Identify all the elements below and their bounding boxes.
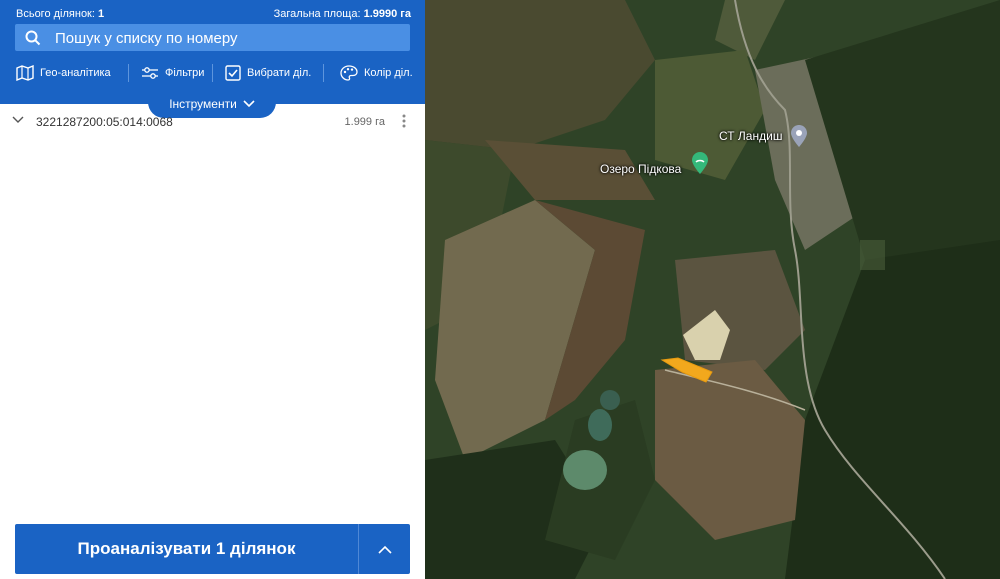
toolbar-divider — [128, 64, 129, 82]
chevron-down-icon — [243, 100, 255, 108]
sliders-icon — [142, 67, 158, 79]
total-area-value: 1.9990 га — [363, 8, 411, 20]
sidebar: Всього ділянок: 1 Загальна площа: 1.9990… — [0, 0, 425, 579]
select-parcels-button[interactable]: Вибрати діл. — [225, 60, 311, 86]
toolbar: Гео-аналітика Фільтри Вибрати діл. Колір… — [0, 60, 425, 86]
toolbar-divider — [323, 64, 324, 82]
more-options-icon[interactable] — [401, 113, 407, 129]
parcel-count-label: Всього ділянок: — [16, 8, 95, 20]
geo-analytics-button[interactable]: Гео-аналітика — [16, 60, 111, 86]
search-icon — [25, 30, 41, 51]
toolbar-divider — [212, 64, 213, 82]
parcel-number: 3221287200:05:014:0068 — [36, 115, 173, 129]
location-pin-icon[interactable] — [791, 125, 807, 147]
parcel-color-button[interactable]: Колір діл. — [340, 60, 413, 86]
analyze-button[interactable]: Проаналізувати 1 ділянок — [15, 524, 358, 574]
parcel-color-label: Колір діл. — [364, 67, 413, 79]
filters-label: Фільтри — [165, 67, 205, 79]
search-input[interactable] — [53, 27, 397, 49]
palette-icon — [340, 65, 358, 81]
list-item[interactable]: 3221287200:05:014:0068 1.999 га — [0, 112, 425, 134]
map-label-lake: Озеро Підкова — [600, 162, 682, 176]
parcel-area: 1.999 га — [344, 116, 385, 128]
satellite-map[interactable]: СТ Ландиш Озеро Підкова — [425, 0, 1000, 579]
parcel-count-value: 1 — [98, 8, 105, 20]
chevron-down-icon[interactable] — [12, 116, 24, 124]
filters-button[interactable]: Фільтри — [141, 60, 204, 86]
chevron-up-icon — [377, 545, 392, 554]
sidebar-header: Всього ділянок: 1 Загальна площа: 1.9990… — [0, 0, 425, 104]
map-label-settlement: СТ Ландиш — [719, 129, 783, 143]
search-box[interactable] — [15, 24, 410, 51]
expand-button[interactable] — [359, 524, 410, 574]
total-area: Загальна площа: 1.9990 га — [274, 8, 411, 20]
map-icon — [16, 65, 34, 81]
parcel-count: Всього ділянок: 1 — [16, 8, 104, 20]
lake-pin-icon[interactable] — [692, 152, 708, 174]
satellite-imagery — [425, 0, 1000, 579]
geo-analytics-label: Гео-аналітика — [40, 67, 111, 79]
select-parcels-label: Вибрати діл. — [247, 67, 312, 79]
tools-toggle-label: Інструменти — [169, 97, 237, 111]
checkbox-icon — [225, 65, 241, 81]
analyze-button-group: Проаналізувати 1 ділянок — [15, 524, 410, 574]
total-area-label: Загальна площа: — [273, 8, 361, 20]
